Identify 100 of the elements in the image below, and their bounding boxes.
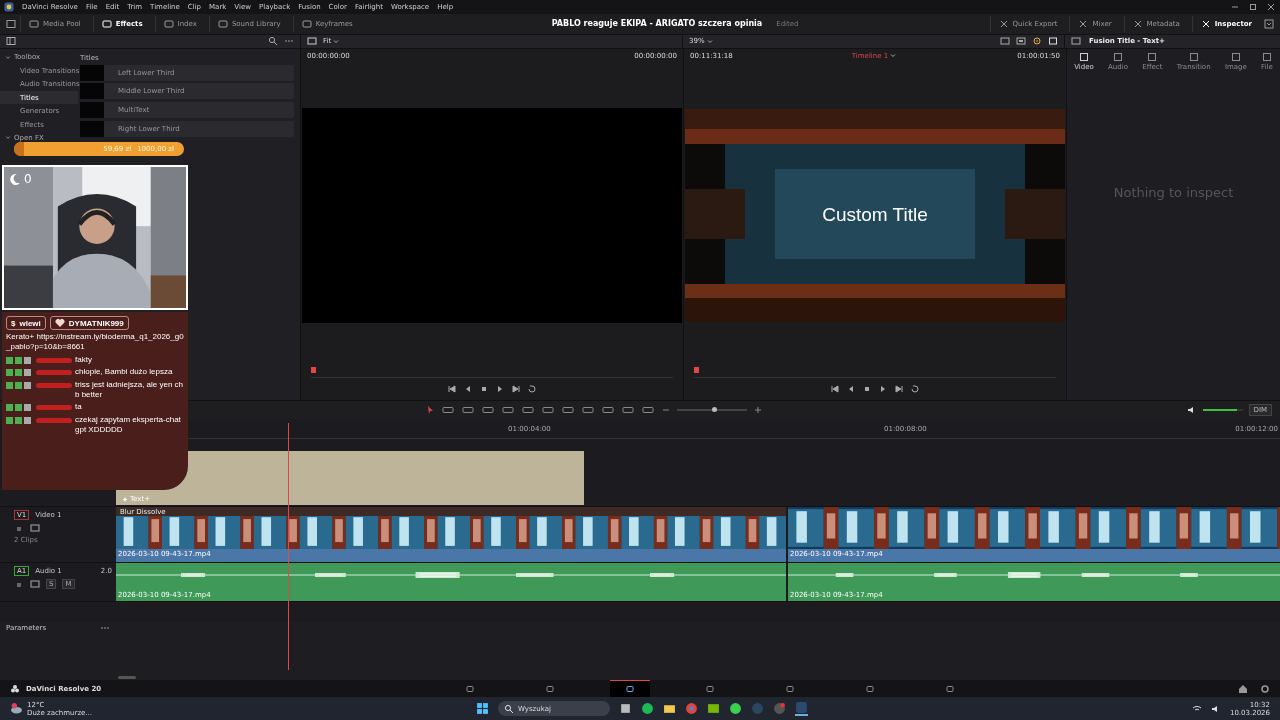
edit-tool-icon[interactable] — [601, 405, 616, 416]
tab-icon — [1078, 52, 1089, 63]
caret-icon — [890, 53, 897, 59]
title-text: Custom Title — [821, 204, 929, 227]
restore-icon[interactable] — [1248, 1, 1258, 12]
chat-message: fakty — [75, 354, 93, 366]
home-icon[interactable] — [1238, 683, 1248, 694]
effect-thumbnail — [80, 83, 104, 100]
tool-icon — [1200, 18, 1211, 29]
tab-icon — [1188, 52, 1199, 63]
counter: 0 — [24, 172, 32, 186]
chat-message: czekaj zapytam eksperta-chat gpt XDDDDD — [75, 414, 182, 436]
previous-icon[interactable] — [830, 384, 840, 395]
blurred-username — [36, 382, 72, 388]
next-icon[interactable] — [511, 384, 521, 395]
sidebar-icon[interactable] — [6, 36, 16, 47]
track-toggle-icon[interactable] — [30, 523, 40, 534]
tool-icon — [998, 18, 1009, 29]
caret-icon — [333, 38, 340, 44]
view-mode-icon[interactable] — [1000, 36, 1010, 47]
edit-tool-icon[interactable] — [441, 405, 456, 416]
browser-icon[interactable] — [685, 702, 698, 716]
settings-icon[interactable] — [1260, 683, 1270, 694]
color-wheel-icon[interactable] — [1032, 36, 1042, 47]
page-icon — [625, 684, 635, 695]
edit-tool-icon[interactable] — [641, 405, 656, 416]
app-logo-icon — [10, 683, 20, 694]
edit-tool-icon[interactable] — [581, 405, 596, 416]
blurred-username — [36, 357, 72, 363]
tab-icon — [1230, 52, 1241, 63]
zoom-in-icon[interactable] — [753, 405, 764, 416]
app-icon[interactable] — [795, 701, 808, 717]
start-icon[interactable] — [476, 702, 489, 716]
app-icon[interactable] — [729, 702, 742, 716]
pill-text: DYMATNIK999 — [68, 318, 124, 328]
expand-icon[interactable] — [1264, 18, 1274, 29]
page-icon — [465, 683, 475, 694]
weather-icon[interactable] — [10, 702, 23, 716]
page-icon — [865, 683, 875, 694]
tab-icon — [1147, 52, 1158, 63]
chat-message: ta — [75, 402, 83, 413]
search-icon — [504, 703, 514, 714]
edit-tool-icon[interactable] — [501, 405, 516, 416]
app-icon[interactable] — [707, 702, 720, 716]
page-tab[interactable] — [610, 680, 650, 698]
view-mode-icon[interactable] — [307, 36, 317, 47]
blurred-username — [36, 370, 72, 376]
playhead-marker[interactable] — [694, 367, 699, 374]
edit-tool-icon[interactable] — [461, 405, 476, 416]
tool-icon — [1132, 18, 1143, 29]
panel-icon — [163, 18, 174, 29]
chevron-icon — [5, 54, 11, 60]
project-title: PABLO reaguje EKIPA - ARIGATO szczera opinia — [551, 19, 763, 29]
volume-slider[interactable] — [1202, 409, 1243, 412]
tab-icon — [1113, 52, 1123, 63]
chevron-icon — [5, 135, 11, 141]
folder-icon[interactable] — [663, 702, 676, 716]
tab-icon — [1261, 52, 1272, 63]
app-icon[interactable] — [619, 702, 632, 716]
previous-icon[interactable] — [447, 384, 457, 395]
edit-tool-icon[interactable] — [621, 405, 636, 416]
app-icon[interactable] — [773, 702, 786, 716]
panel-toggle-icon[interactable] — [6, 18, 16, 29]
app-icon[interactable] — [641, 702, 654, 716]
page-icon — [785, 683, 795, 694]
edit-tool-icon[interactable] — [521, 405, 536, 416]
edit-tool-icon[interactable] — [541, 405, 556, 416]
page-icon — [945, 683, 955, 694]
scrollbar-thumb[interactable] — [118, 676, 136, 680]
blurred-username — [36, 405, 72, 411]
panel-icon — [29, 18, 39, 29]
empty-message: Nothing to inspect — [1113, 185, 1234, 201]
pill-symbol: $ — [11, 318, 16, 328]
app-logo-icon — [4, 1, 14, 12]
effect-thumbnail — [80, 120, 104, 137]
page-icon — [705, 683, 715, 694]
blurred-username — [36, 417, 72, 423]
loop-icon[interactable] — [910, 384, 920, 395]
panel-icon — [101, 18, 112, 29]
edit-tool-icon[interactable] — [481, 405, 496, 416]
panel-icon — [217, 18, 228, 29]
zoom-slider-handle[interactable] — [712, 407, 718, 413]
safe-area-icon[interactable] — [1016, 36, 1026, 47]
track-toggle-icon[interactable] — [30, 579, 40, 590]
effect-thumbnail — [80, 64, 104, 81]
search-icon[interactable] — [268, 36, 278, 47]
close-icon[interactable] — [1266, 1, 1276, 12]
caret-icon — [706, 38, 713, 44]
image-icon[interactable] — [1071, 36, 1081, 47]
playhead-marker[interactable] — [311, 367, 316, 374]
edit-tool-icon[interactable] — [561, 405, 576, 416]
chat-message: chłopie, Bambi dużo lepsza — [75, 367, 174, 378]
loop-icon[interactable] — [527, 384, 537, 395]
panel-icon — [301, 18, 312, 29]
next-icon[interactable] — [894, 384, 904, 395]
heart-icon — [54, 318, 65, 328]
page-icon — [545, 683, 555, 694]
effect-thumbnail — [80, 102, 104, 118]
fullscreen-icon[interactable] — [1048, 36, 1058, 47]
sparkle-icon — [122, 496, 128, 502]
